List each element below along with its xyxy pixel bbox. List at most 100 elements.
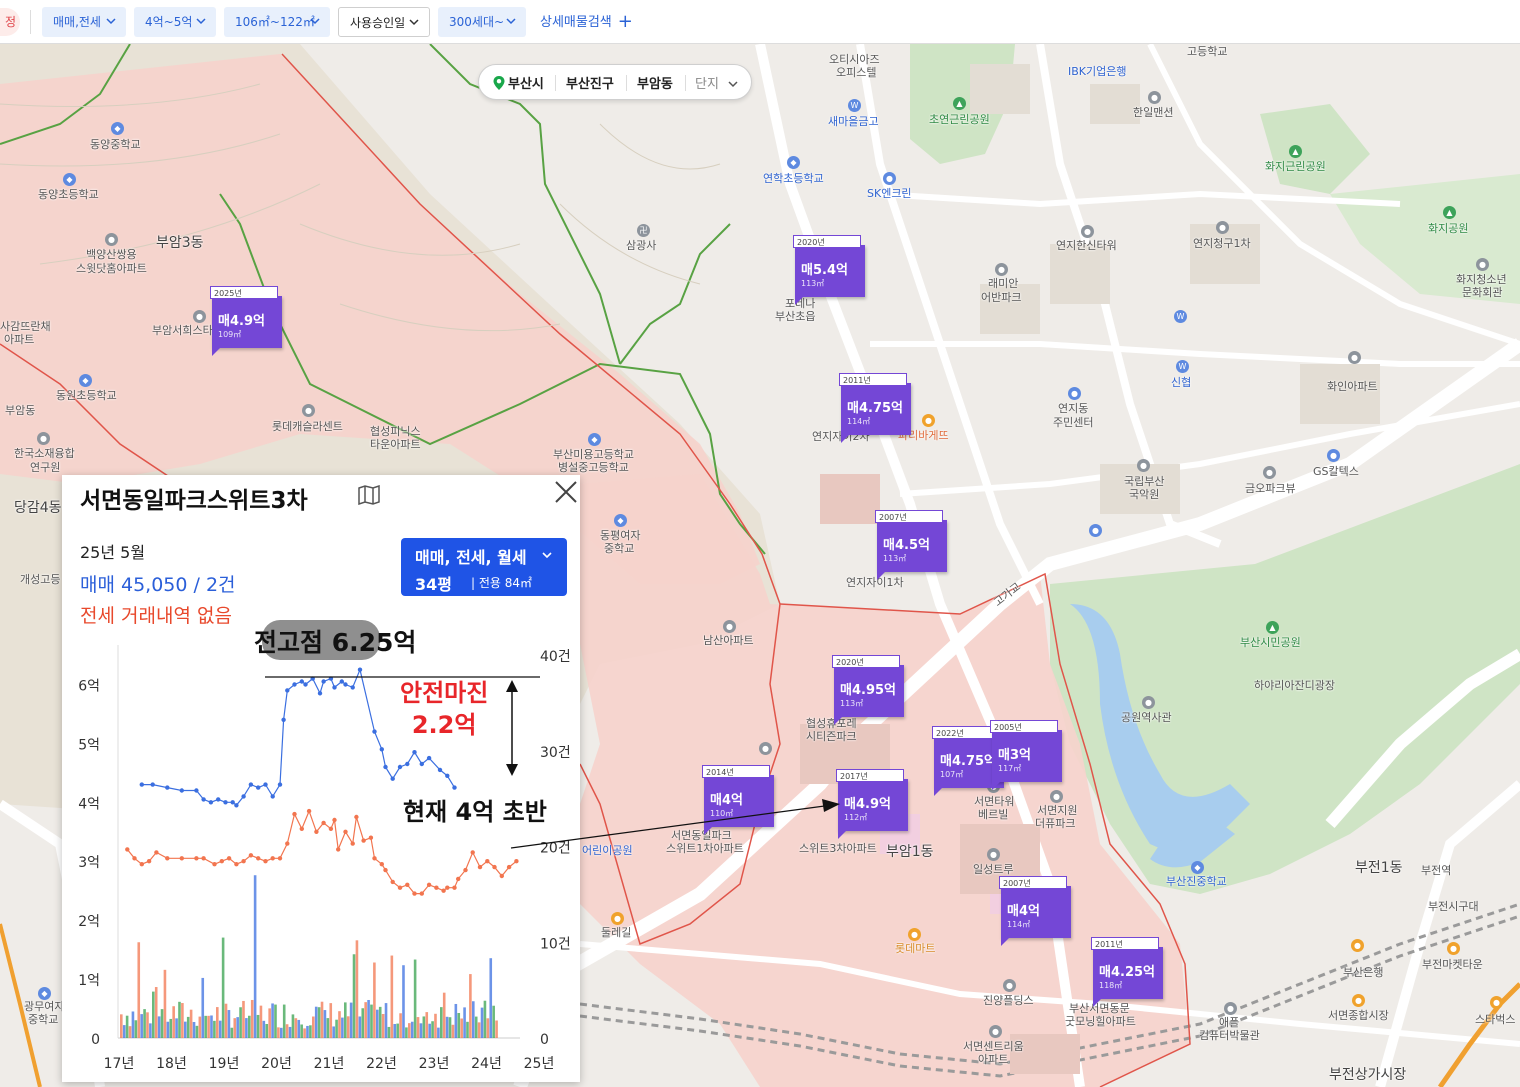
bank-icon: ●	[1351, 939, 1364, 952]
y-right-tick-label: 40건	[540, 649, 571, 665]
trail-icon: ●	[611, 912, 624, 925]
volume-bar	[317, 1007, 321, 1038]
sale-price-point	[310, 676, 315, 681]
marker-price: 매4.75억	[847, 401, 903, 416]
volume-bar	[291, 1014, 295, 1038]
marker-price: 매4.75억	[940, 754, 996, 769]
price-marker[interactable]: 2011년 매4.25억 118㎡	[1091, 937, 1163, 1007]
breadcrumb-district[interactable]: 부산진구	[566, 73, 614, 92]
volume-bar	[329, 1003, 333, 1038]
volume-bar	[390, 955, 394, 1038]
jeonse-price-point	[328, 826, 334, 831]
sale-price-point	[379, 747, 384, 752]
sale-price-point	[248, 782, 254, 787]
volume-bar	[352, 954, 356, 1038]
volume-bar	[416, 1017, 420, 1038]
jeonse-price-point	[405, 882, 410, 887]
map-label: 국악원	[1129, 488, 1160, 501]
price-marker[interactable]: 2011년 매4.75억 114㎡	[839, 373, 911, 443]
map-label: 컴퓨터박물관	[1199, 1029, 1260, 1042]
chevron-down-icon	[728, 81, 738, 88]
filter-approval-date[interactable]: 사용승인일	[338, 7, 430, 37]
volume-bar	[282, 1004, 286, 1038]
volume-bar	[442, 992, 446, 1038]
jeonse-price-point	[277, 856, 283, 861]
jeonse-price-point	[212, 862, 217, 867]
jeonse-price-point	[139, 862, 144, 867]
volume-bar	[125, 1015, 129, 1038]
price-marker[interactable]: 2007년 매4.5억 113㎡	[875, 510, 947, 580]
breadcrumb-complex[interactable]: 단지	[695, 73, 719, 92]
school-icon: ◆	[1191, 861, 1204, 874]
breadcrumb-divider	[555, 75, 556, 91]
breadcrumb-dong[interactable]: 부암동	[637, 73, 673, 92]
apartment-icon: ●	[995, 263, 1008, 276]
marker-year: 2007년	[875, 510, 943, 523]
gas-station-icon: ●	[883, 172, 896, 185]
volume-bar	[335, 1019, 338, 1038]
breadcrumb-city[interactable]: 부산시	[508, 73, 544, 92]
volume-bar	[486, 1018, 490, 1038]
volume-bar	[474, 1016, 478, 1038]
sale-price-point	[357, 667, 363, 672]
chevron-down-icon	[310, 18, 320, 25]
jeonse-price-point	[292, 811, 297, 817]
map-label: 사감뜨란채	[0, 320, 51, 333]
price-marker[interactable]: 2017년 매4.9억 112㎡	[836, 769, 908, 839]
x-tick-label: 18년	[156, 1056, 187, 1072]
volume-bar	[204, 1015, 207, 1038]
x-tick-label: 21년	[314, 1056, 345, 1072]
x-tick-label: 24년	[471, 1056, 502, 1072]
volume-bar	[120, 1014, 123, 1038]
jeonse-price-point	[256, 856, 261, 861]
volume-bar	[309, 1025, 312, 1038]
map-label: 공원역사관	[1121, 711, 1172, 724]
volume-bar	[303, 1028, 306, 1038]
apartment-icon: ●	[1148, 91, 1161, 104]
volume-bar	[134, 1020, 138, 1038]
map-label: 애플	[1219, 1016, 1240, 1029]
price-marker[interactable]: 2007년 매4억 114㎡	[999, 876, 1071, 946]
map-label: 아파트	[978, 1053, 1009, 1066]
price-marker[interactable]: 2020년 매5.4억 113㎡	[793, 235, 865, 305]
marker-tail	[834, 717, 842, 725]
map-label: 문화회관	[1462, 286, 1503, 299]
jeonse-price-point	[477, 864, 483, 870]
marker-year: 2025년	[210, 286, 278, 299]
filter-households[interactable]: 300세대~	[438, 7, 526, 37]
map-label: 초연근린공원	[929, 113, 990, 126]
price-marker[interactable]: 2020년 매4.95억 113㎡	[832, 655, 904, 725]
volume-bar	[495, 1020, 498, 1038]
volume-bar	[259, 1005, 263, 1038]
filter-area[interactable]: 106㎡~122㎡	[224, 7, 330, 37]
price-marker[interactable]: 2005년 매3억 117㎡	[990, 720, 1062, 790]
advanced-search-button[interactable]: 상세매물검색 +	[540, 7, 633, 37]
mart-icon: ●	[908, 928, 921, 941]
apartment-icon: ●	[989, 1025, 1002, 1038]
map-label: 신협	[1171, 376, 1192, 389]
filter-price[interactable]: 4억~5억	[134, 7, 216, 37]
volume-bar	[413, 959, 417, 1038]
sale-price-point	[419, 761, 424, 767]
volume-bar	[469, 974, 472, 1038]
jeonse-price-point	[390, 879, 395, 885]
jeonse-price-point	[445, 885, 450, 890]
jeonse-price-point	[314, 829, 319, 834]
jeonse-price-point	[368, 835, 374, 840]
marker-tail	[841, 435, 849, 443]
advanced-search-label: 상세매물검색	[540, 15, 612, 30]
volume-bar	[169, 1018, 173, 1038]
price-marker[interactable]: 2014년 매4억 110㎡	[702, 765, 774, 835]
map-label: 국립부산	[1124, 475, 1165, 488]
jeonse-price-point	[456, 876, 461, 882]
school-icon: ◆	[614, 514, 627, 527]
y-left-tick-label: 0	[91, 1032, 100, 1048]
filter-trade-type[interactable]: 매매,전세	[42, 7, 126, 37]
jeonse-price-point	[372, 856, 377, 861]
map-label: 주민센터	[1053, 416, 1094, 429]
price-marker[interactable]: 2025년 매4.9억 109㎡	[210, 286, 282, 356]
marker-area: 117㎡	[998, 764, 1022, 773]
volume-bar	[137, 942, 141, 1038]
volume-bar	[451, 1024, 455, 1038]
reset-filter-button[interactable]: 정	[0, 8, 20, 36]
